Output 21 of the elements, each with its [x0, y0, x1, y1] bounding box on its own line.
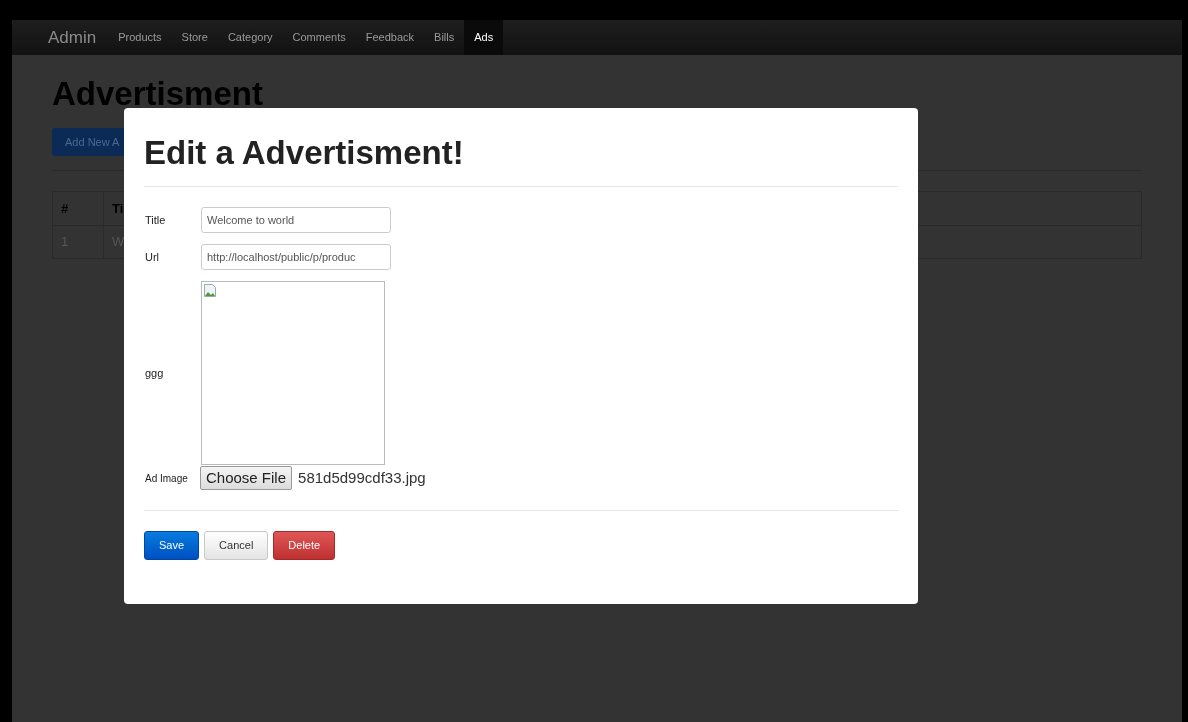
column-header: #: [52, 191, 104, 226]
field-label: Title: [145, 212, 167, 228]
dialog-title: Edit a Advertisment!: [144, 136, 465, 169]
nav-item[interactable]: Ads: [464, 20, 504, 55]
brand[interactable]: Admin: [48, 24, 97, 51]
nav-item[interactable]: Products: [108, 20, 172, 55]
dialog-button[interactable]: Delete: [273, 531, 336, 560]
nav-item[interactable]: Store: [171, 20, 218, 55]
choose-file-button[interactable]: Choose File: [200, 466, 293, 490]
nav-item[interactable]: Bills: [424, 20, 465, 55]
file-name: 581d5d99cdf33.jpg: [298, 467, 426, 488]
dialog-button[interactable]: Save: [144, 531, 200, 560]
nav-item[interactable]: Comments: [282, 20, 356, 55]
field-label: Ad Image: [145, 471, 189, 486]
nav-item[interactable]: Category: [217, 20, 283, 55]
dialog-button[interactable]: Cancel: [204, 531, 269, 560]
text-field[interactable]: http://localhost/public/p/produc: [201, 244, 391, 270]
field-label: ggg: [145, 365, 165, 381]
broken-image-icon: [204, 284, 216, 297]
nav-item[interactable]: Feedback: [355, 20, 425, 55]
text-field[interactable]: Welcome to world: [201, 207, 391, 233]
